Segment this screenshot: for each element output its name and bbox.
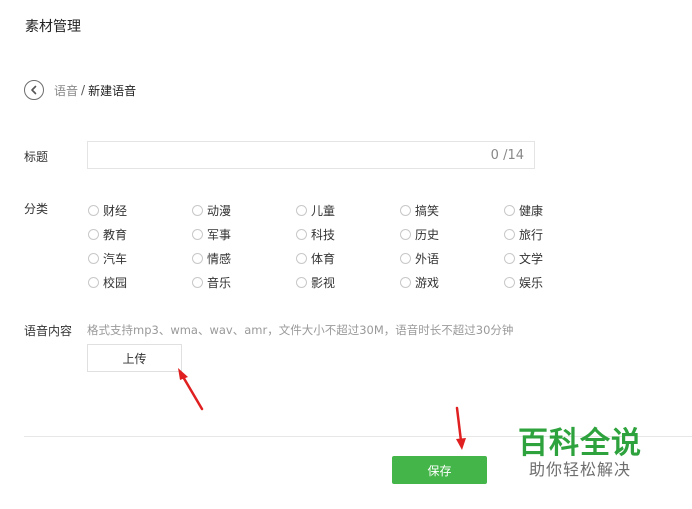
title-label: 标题: [24, 150, 49, 164]
content-label: 语音内容: [24, 324, 73, 338]
radio-circle[interactable]: [88, 204, 99, 216]
category-option[interactable]: 历史: [400, 222, 504, 246]
category-option-label: 历史: [415, 227, 440, 242]
radio-circle[interactable]: [504, 204, 515, 216]
category-option[interactable]: 文学: [504, 246, 608, 270]
category-option[interactable]: 体育: [296, 246, 400, 270]
category-option-label: 科技: [311, 227, 336, 242]
radio-circle[interactable]: [192, 204, 203, 216]
radio-circle[interactable]: [504, 252, 515, 264]
title-input[interactable]: [88, 142, 484, 168]
category-option[interactable]: 外语: [400, 246, 504, 270]
category-option[interactable]: 音乐: [192, 270, 296, 294]
radio-circle[interactable]: [88, 228, 99, 240]
category-label: 分类: [24, 202, 49, 216]
category-option-label: 旅行: [519, 227, 544, 242]
save-button[interactable]: 保存: [392, 456, 487, 484]
watermark-subtitle: 助你轻松解决: [528, 460, 631, 479]
radio-circle[interactable]: [192, 228, 203, 240]
category-option-label: 音乐: [207, 275, 232, 290]
category-option[interactable]: 教育: [88, 222, 192, 246]
radio-circle[interactable]: [400, 228, 411, 240]
category-option-label: 游戏: [415, 275, 440, 290]
category-option-label: 娱乐: [519, 275, 544, 290]
category-option-label: 情感: [207, 251, 232, 266]
radio-circle[interactable]: [296, 228, 307, 240]
radio-circle[interactable]: [192, 252, 203, 264]
radio-circle[interactable]: [296, 204, 307, 216]
category-option[interactable]: 娱乐: [504, 270, 608, 294]
radio-circle[interactable]: [400, 276, 411, 288]
breadcrumb-current: 新建语音: [88, 83, 137, 98]
radio-circle[interactable]: [400, 252, 411, 264]
category-option-label: 文学: [519, 251, 544, 266]
breadcrumb-separator: /: [81, 83, 86, 97]
category-option[interactable]: 搞笑: [400, 198, 504, 222]
category-option[interactable]: 旅行: [504, 222, 608, 246]
upload-button[interactable]: 上传: [87, 344, 182, 372]
category-option-label: 财经: [103, 203, 128, 218]
radio-circle[interactable]: [400, 204, 411, 216]
category-option-label: 体育: [311, 251, 336, 266]
category-option-label: 健康: [519, 203, 544, 218]
breadcrumb: 语音 / 新建语音: [24, 78, 136, 102]
category-option-label: 搞笑: [415, 203, 440, 218]
category-option[interactable]: 校园: [88, 270, 192, 294]
category-option-label: 校园: [103, 275, 128, 290]
radio-circle[interactable]: [504, 276, 515, 288]
category-option[interactable]: 情感: [192, 246, 296, 270]
category-option[interactable]: 健康: [504, 198, 608, 222]
radio-circle[interactable]: [88, 252, 99, 264]
radio-circle[interactable]: [88, 276, 99, 288]
category-option-label: 动漫: [207, 203, 232, 218]
category-option-label: 影视: [311, 275, 336, 290]
chevron-left-circle-icon: [31, 85, 37, 95]
title-char-counter: 0 /14: [490, 148, 524, 163]
category-option[interactable]: 动漫: [192, 198, 296, 222]
category-option[interactable]: 军事: [192, 222, 296, 246]
radio-circle[interactable]: [296, 276, 307, 288]
category-option[interactable]: 游戏: [400, 270, 504, 294]
category-option[interactable]: 儿童: [296, 198, 400, 222]
category-option-label: 儿童: [311, 203, 336, 218]
radio-circle[interactable]: [296, 252, 307, 264]
arrow-to-save-icon: [455, 406, 466, 450]
watermark: 百科全说 助你轻松解决: [492, 410, 668, 490]
category-radio-group: 财经 动漫 儿童 搞笑 健康 教育 军事 科技 历史 旅行 汽车 情感 体育 外…: [88, 198, 608, 294]
category-option[interactable]: 汽车: [88, 246, 192, 270]
back-button[interactable]: [24, 80, 44, 100]
category-option-label: 汽车: [103, 251, 128, 266]
category-option[interactable]: 科技: [296, 222, 400, 246]
category-option[interactable]: 影视: [296, 270, 400, 294]
category-option[interactable]: 财经: [88, 198, 192, 222]
radio-circle[interactable]: [504, 228, 515, 240]
radio-circle[interactable]: [192, 276, 203, 288]
category-option-label: 军事: [207, 227, 232, 242]
upload-format-hint: 格式支持mp3、wma、wav、amr，文件大小不超过30M，语音时长不超过30…: [87, 323, 514, 337]
category-option-label: 教育: [103, 227, 128, 242]
breadcrumb-parent-link[interactable]: 语音: [54, 82, 78, 99]
arrow-to-upload-icon: [178, 368, 204, 411]
page-title: 素材管理: [25, 19, 81, 35]
title-field[interactable]: 0 /14: [87, 141, 535, 169]
category-option-label: 外语: [415, 251, 440, 266]
